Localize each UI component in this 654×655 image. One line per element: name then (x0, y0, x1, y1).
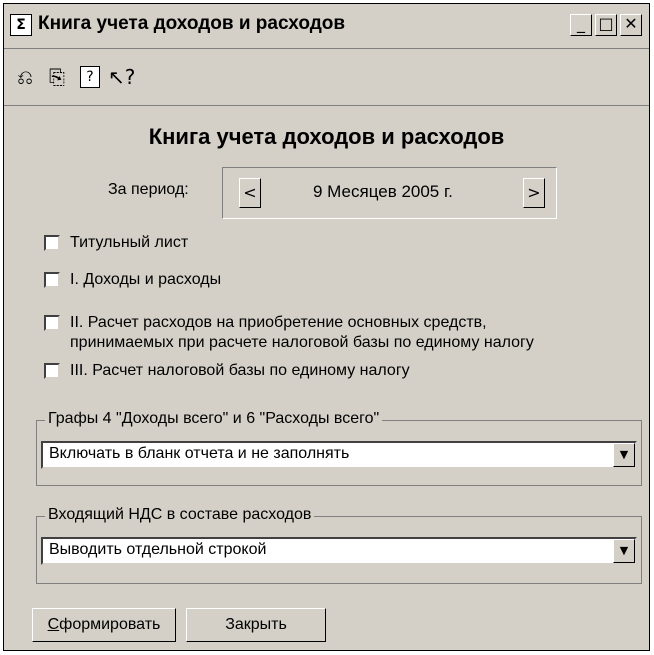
generate-label: формировать (59, 616, 161, 633)
checkbox-tax-base[interactable] (44, 363, 60, 379)
group-title: Графы 4 "Доходы всего" и 6 "Расходы всег… (45, 410, 383, 428)
vat-group: Входящий НДС в составе расходов Выводить… (36, 506, 642, 584)
checkbox-row-income-expenses[interactable]: I. Доходы и расходы (44, 270, 221, 290)
minimize-button[interactable]: _ (570, 14, 592, 36)
toolbar: ⎌ ⎘ ? ↖? (4, 49, 649, 106)
checkbox-income-expenses[interactable] (44, 272, 60, 288)
generate-button[interactable]: Сформировать (32, 608, 176, 642)
checkbox-row-title-page[interactable]: Титульный лист (44, 233, 188, 253)
title-bar[interactable]: Σ Книга учета доходов и расходов _ □ ✕ (4, 4, 649, 49)
columns-group: Графы 4 "Доходы всего" и 6 "Расходы всег… (36, 410, 642, 486)
period-selector: < 9 Месяцев 2005 г. > (222, 167, 557, 219)
save-document-icon[interactable]: ⎘ (44, 65, 70, 89)
group-title: Входящий НДС в составе расходов (45, 506, 315, 524)
checkbox-row-fixed-assets[interactable]: II. Расчет расходов на приобретение осно… (44, 313, 534, 353)
checkbox-label: III. Расчет налоговой базы по единому на… (70, 362, 410, 379)
select-value: Выводить отдельной строкой (49, 541, 267, 558)
previous-period-button[interactable]: < (239, 178, 261, 208)
checkbox-row-tax-base[interactable]: III. Расчет налоговой базы по единому на… (44, 361, 410, 381)
checkbox-title-page[interactable] (44, 235, 60, 251)
period-value: 9 Месяцев 2005 г. (313, 182, 453, 201)
checkbox-label-line2: принимаемых при расчете налоговой базы п… (70, 334, 534, 351)
report-heading: Книга учета доходов и расходов (148, 124, 505, 149)
columns-select[interactable]: Включать в бланк отчета и не заполнять ▼ (41, 441, 637, 469)
checkbox-label-line1: II. Расчет расходов на приобретение осно… (70, 314, 487, 331)
next-period-button[interactable]: > (523, 178, 545, 208)
window-title: Книга учета доходов и расходов (38, 13, 346, 34)
close-button[interactable]: ✕ (620, 14, 642, 36)
calculator-icon: Σ (10, 14, 32, 36)
app-window: Σ Книга учета доходов и расходов _ □ ✕ ⎌… (3, 3, 650, 651)
select-value: Включать в бланк отчета и не заполнять (49, 445, 350, 462)
help-icon[interactable]: ? (80, 66, 100, 88)
checkbox-fixed-assets[interactable] (44, 315, 60, 331)
vat-select[interactable]: Выводить отдельной строкой ▼ (41, 537, 637, 565)
close-dialog-button[interactable]: Закрыть (186, 608, 326, 642)
checkbox-label: I. Доходы и расходы (70, 271, 222, 288)
checkbox-label: II. Расчет расходов на приобретение осно… (70, 313, 534, 353)
generate-hotkey: С (47, 616, 60, 633)
maximize-button[interactable]: □ (595, 14, 617, 36)
period-label: За период: (108, 181, 189, 198)
context-help-icon[interactable]: ↖? (108, 65, 135, 89)
open-document-icon[interactable]: ⎌ (12, 65, 38, 89)
checkbox-label: Титульный лист (70, 234, 189, 251)
chevron-down-icon[interactable]: ▼ (613, 539, 635, 563)
chevron-down-icon[interactable]: ▼ (613, 443, 635, 467)
